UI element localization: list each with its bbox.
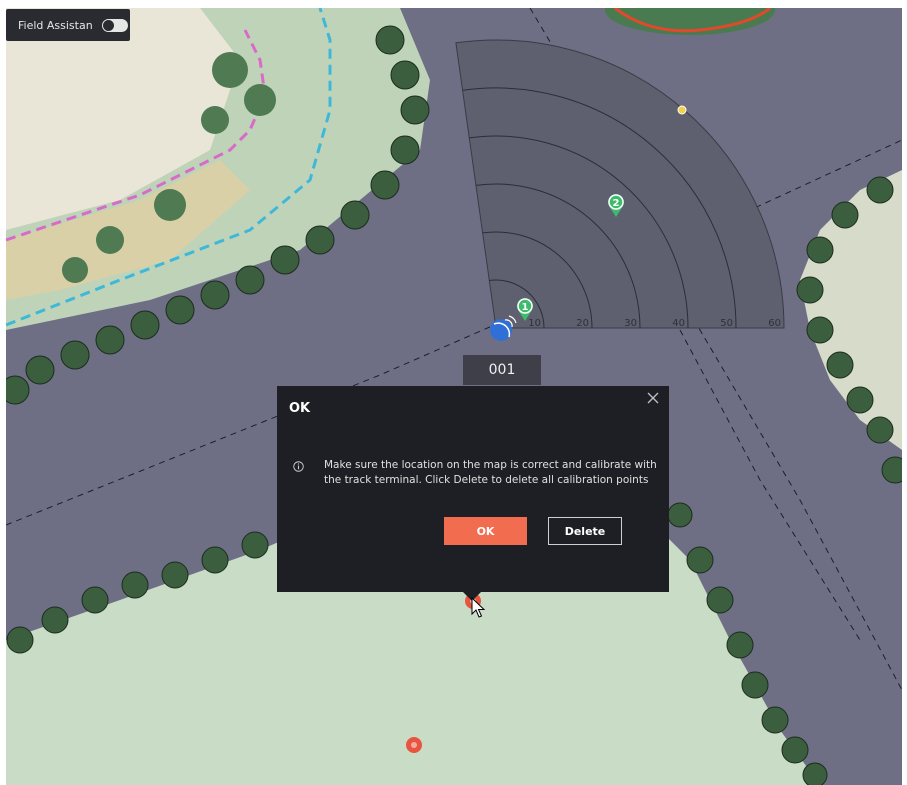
info-icon bbox=[293, 461, 304, 472]
radar-range-label: 20 bbox=[576, 318, 589, 329]
radar-range-label: 30 bbox=[624, 318, 637, 329]
device-label[interactable]: 001 bbox=[463, 355, 541, 385]
dialog-message: Make sure the location on the map is cor… bbox=[324, 459, 657, 486]
toggle-knob bbox=[102, 19, 114, 31]
target-dot[interactable] bbox=[677, 105, 687, 115]
mouse-cursor-icon bbox=[471, 597, 485, 618]
radar-range-label: 10 bbox=[528, 318, 541, 329]
field-assistant-toggle[interactable] bbox=[101, 18, 128, 32]
ok-button[interactable]: OK bbox=[444, 517, 527, 545]
radar-range-label: 40 bbox=[672, 318, 685, 329]
field-assistant-panel: Field Assistan bbox=[6, 9, 130, 41]
dialog-title: OK bbox=[289, 401, 311, 416]
close-icon[interactable] bbox=[645, 390, 661, 406]
calibration-dialog: OK Make sure the location on the map is … bbox=[277, 386, 669, 592]
delete-button[interactable]: Delete bbox=[548, 517, 622, 545]
calibration-marker-1-label: 1 bbox=[522, 302, 529, 313]
radar-range-label: 60 bbox=[768, 318, 781, 329]
target-marker-red-2[interactable] bbox=[406, 737, 422, 753]
radar-range-label: 50 bbox=[720, 318, 733, 329]
field-assistant-label: Field Assistan bbox=[18, 18, 93, 32]
calibration-marker-2-label: 2 bbox=[613, 198, 620, 209]
